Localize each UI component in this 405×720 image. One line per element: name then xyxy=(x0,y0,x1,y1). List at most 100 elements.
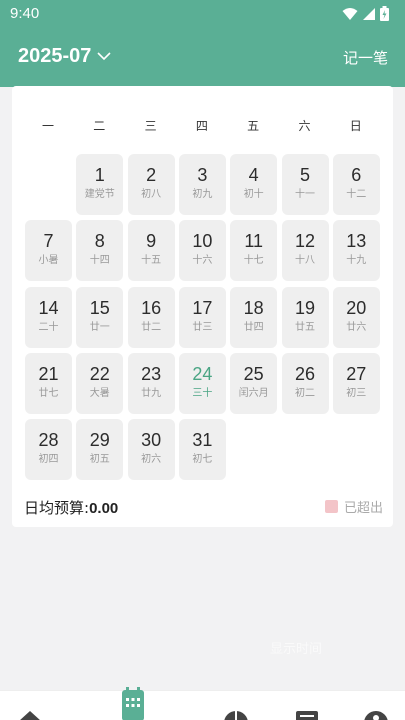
status-icons xyxy=(338,6,389,21)
day-cell[interactable]: 29 初五 xyxy=(76,419,124,481)
nav-profile[interactable] xyxy=(362,691,390,720)
watermark-text: 显示时间 xyxy=(270,642,323,657)
day-cell[interactable]: 27 初三 xyxy=(332,352,380,414)
day-number: 2 xyxy=(146,165,157,185)
day-cell[interactable]: 12 十八 xyxy=(281,220,329,282)
day-number: 13 xyxy=(346,231,367,252)
day-number: 14 xyxy=(38,297,59,318)
pie-chart-icon xyxy=(224,711,248,720)
nav-statistics[interactable] xyxy=(222,691,250,720)
lunar-date: 初九 xyxy=(192,189,213,200)
day-number: 3 xyxy=(197,165,208,185)
day-number: 1 xyxy=(94,165,105,185)
chevron-down-icon xyxy=(97,52,111,61)
day-number: 4 xyxy=(248,165,259,185)
lunar-date: 十二 xyxy=(346,189,367,200)
day-number: 27 xyxy=(346,363,367,384)
day-cell[interactable]: 18 廿四 xyxy=(230,286,278,348)
calendar-card: 一 二 三 四 五 六 日 1 建党节 2 初八 3 初九 4 初十 5 十一 6 十二 7 小暑 8 十四 9 十五 10 十六… xyxy=(12,86,393,527)
day-cell[interactable]: 13 十九 xyxy=(332,220,380,282)
lunar-date: 建党节 xyxy=(84,189,115,200)
day-cell[interactable]: 22 大暑 xyxy=(76,352,124,414)
lunar-date: 初二 xyxy=(295,387,315,399)
day-cell[interactable]: 23 廿九 xyxy=(127,352,175,414)
lunar-date: 十六 xyxy=(192,255,213,267)
day-cell[interactable]: 6 十二 xyxy=(332,154,380,215)
nav-calendar[interactable] xyxy=(119,684,147,720)
wifi-icon xyxy=(342,7,358,20)
day-cell[interactable]: 14 二十 xyxy=(25,286,72,348)
day-cell[interactable]: 7 小暑 xyxy=(25,220,72,282)
lunar-date: 廿九 xyxy=(141,387,162,399)
lunar-date: 闰六月 xyxy=(238,387,269,399)
day-cell[interactable]: 2 初八 xyxy=(127,154,175,215)
list-icon xyxy=(296,711,318,720)
lunar-date: 廿二 xyxy=(141,321,162,333)
lunar-date: 廿三 xyxy=(192,321,213,333)
lunar-date: 十一 xyxy=(295,189,315,200)
budget-value: 0.00 xyxy=(89,500,119,517)
day-number: 26 xyxy=(294,363,316,384)
weekday-label: 五 xyxy=(247,119,260,133)
day-cell[interactable]: 30 初六 xyxy=(127,419,175,481)
day-cell[interactable]: 17 廿三 xyxy=(178,286,226,348)
day-number: 12 xyxy=(294,231,316,252)
lunar-date: 十八 xyxy=(295,255,315,267)
day-cell[interactable]: 31 初七 xyxy=(178,419,226,481)
budget-label: 日均预算: xyxy=(24,499,90,517)
day-cell[interactable]: 21 廿七 xyxy=(25,352,72,414)
day-cell[interactable]: 10 十六 xyxy=(178,220,226,282)
day-cell-today[interactable]: 24 三十 xyxy=(178,352,226,414)
day-number: 31 xyxy=(192,430,213,451)
day-cell[interactable]: 9 十五 xyxy=(127,220,175,282)
status-bar: 9:40 xyxy=(0,0,405,28)
lunar-date: 十七 xyxy=(243,255,264,267)
day-cell[interactable]: 11 十七 xyxy=(230,220,278,282)
day-cell[interactable]: 19 廿五 xyxy=(281,286,329,348)
day-cell[interactable]: 28 初四 xyxy=(25,419,72,481)
exceeded-swatch xyxy=(324,500,338,513)
day-number: 29 xyxy=(89,430,110,451)
day-number: 30 xyxy=(141,430,162,451)
lunar-date: 廿七 xyxy=(38,387,59,399)
day-cell[interactable]: 5 十一 xyxy=(281,154,329,215)
record-entry-button[interactable]: 记一笔 xyxy=(343,47,388,68)
day-cell[interactable]: 15 廿一 xyxy=(76,286,124,348)
day-number: 22 xyxy=(89,363,110,384)
day-cell[interactable]: 1 建党节 xyxy=(76,154,124,215)
lunar-date: 初八 xyxy=(141,189,162,200)
top-header: 9:40 2025-07 记一笔 xyxy=(0,0,405,87)
month-selector[interactable]: 2025-07 xyxy=(18,45,111,68)
lunar-date: 初七 xyxy=(192,454,213,466)
lunar-date: 二十 xyxy=(38,321,59,333)
day-number: 25 xyxy=(243,363,264,384)
day-number: 9 xyxy=(146,231,157,252)
day-cell[interactable]: 8 十四 xyxy=(76,220,124,282)
lunar-date: 十五 xyxy=(141,255,162,267)
day-number: 18 xyxy=(243,297,264,318)
day-number: 11 xyxy=(244,231,264,252)
day-number: 24 xyxy=(192,363,213,384)
lunar-date: 初十 xyxy=(243,189,264,200)
lunar-date: 廿五 xyxy=(295,321,315,333)
status-time: 9:40 xyxy=(10,5,40,22)
day-cell[interactable]: 25 闰六月 xyxy=(230,352,278,414)
lunar-date: 大暑 xyxy=(89,387,110,399)
nav-list[interactable] xyxy=(293,691,321,720)
lunar-date: 廿六 xyxy=(346,321,367,333)
day-cell[interactable]: 4 初十 xyxy=(230,154,278,215)
daily-budget: 日均预算:0.00 xyxy=(24,497,118,518)
lunar-date: 廿四 xyxy=(243,321,264,333)
day-number: 21 xyxy=(38,363,59,384)
day-number: 19 xyxy=(294,297,316,318)
day-number: 8 xyxy=(94,231,105,252)
day-cell[interactable]: 16 廿二 xyxy=(127,286,175,348)
day-cell[interactable]: 26 初二 xyxy=(281,352,329,414)
nav-home[interactable] xyxy=(16,691,44,720)
day-number: 20 xyxy=(346,297,367,318)
day-cell[interactable]: 20 廿六 xyxy=(332,286,380,348)
day-cell[interactable]: 3 初九 xyxy=(178,154,226,215)
lunar-date: 初四 xyxy=(38,454,59,466)
day-number: 7 xyxy=(43,231,54,252)
lunar-date: 廿一 xyxy=(89,321,110,333)
